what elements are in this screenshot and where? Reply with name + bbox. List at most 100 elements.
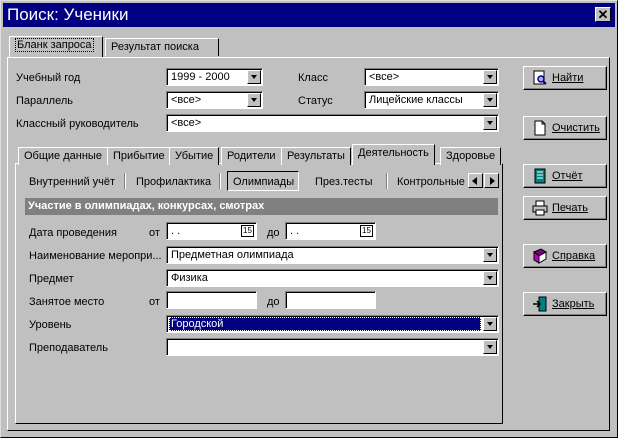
parallel-label: Параллель bbox=[16, 95, 73, 107]
clear-button[interactable]: Очистить bbox=[523, 116, 607, 140]
subtab-prevention[interactable]: Профилактика bbox=[136, 175, 211, 189]
subtab-internal[interactable]: Внутренний учёт bbox=[29, 175, 115, 189]
date-from-label: от bbox=[149, 227, 160, 239]
level-value: Городской bbox=[171, 318, 224, 330]
date-from-value: . . bbox=[171, 225, 181, 237]
subject-label: Предмет bbox=[29, 273, 74, 285]
chevron-down-icon[interactable] bbox=[483, 70, 497, 84]
tab-search-results-label: Результат поиска bbox=[111, 41, 199, 53]
subject-value: Физика bbox=[171, 272, 208, 284]
clear-button-label: Очистить bbox=[552, 122, 600, 134]
tab-results[interactable]: Результаты bbox=[281, 147, 351, 165]
tab-query-form-label: Бланк запроса bbox=[15, 38, 94, 52]
tab-health-label: Здоровье bbox=[446, 150, 496, 162]
scroll-right-button[interactable] bbox=[484, 173, 499, 188]
tab-general-label: Общие данные bbox=[24, 150, 102, 162]
subtab-olympiads-label: Олимпиады bbox=[233, 176, 295, 188]
class-value: <все> bbox=[369, 71, 400, 83]
chevron-down-icon[interactable] bbox=[483, 248, 497, 262]
teacher-select[interactable] bbox=[166, 338, 499, 356]
close-button-label: Закрыть bbox=[552, 298, 595, 310]
tab-parents-label: Родители bbox=[227, 150, 276, 162]
title-bar[interactable]: Поиск: Ученики ✕ bbox=[3, 3, 615, 27]
subtab-divider bbox=[219, 173, 221, 189]
teacher-label: Преподаватель bbox=[29, 342, 108, 354]
arrow-right-icon bbox=[490, 177, 495, 185]
class-label: Класс bbox=[298, 72, 328, 84]
class-teacher-select[interactable]: <все> bbox=[166, 114, 499, 132]
place-from-label: от bbox=[149, 296, 160, 308]
level-label: Уровень bbox=[29, 319, 72, 331]
parallel-select[interactable]: <все> bbox=[166, 91, 263, 109]
year-value: 1999 - 2000 bbox=[171, 71, 230, 83]
parallel-value: <все> bbox=[171, 94, 202, 106]
help-book-icon bbox=[533, 248, 547, 264]
class-select[interactable]: <все> bbox=[364, 68, 499, 86]
chevron-down-icon[interactable] bbox=[483, 116, 497, 130]
tab-arrival-label: Прибытие bbox=[113, 150, 165, 162]
help-button[interactable]: Справка bbox=[523, 244, 607, 268]
arrow-left-icon bbox=[472, 177, 477, 185]
chevron-down-icon[interactable] bbox=[247, 93, 261, 107]
date-label: Дата проведения bbox=[29, 227, 117, 239]
tab-parents[interactable]: Родители bbox=[221, 147, 282, 165]
subtab-olympiads[interactable]: Олимпиады bbox=[227, 171, 299, 191]
calendar-icon[interactable]: 15 bbox=[360, 225, 373, 237]
date-to-input[interactable]: . . 15 bbox=[285, 222, 376, 240]
date-from-input[interactable]: . . 15 bbox=[166, 222, 257, 240]
chevron-down-icon[interactable] bbox=[483, 93, 497, 107]
print-button-label: Печать bbox=[552, 202, 589, 214]
scroll-left-button[interactable] bbox=[468, 173, 483, 188]
tab-general[interactable]: Общие данные bbox=[18, 147, 108, 165]
status-select[interactable]: Лицейские классы bbox=[364, 91, 499, 109]
tab-activity-label: Деятельность bbox=[358, 147, 429, 159]
calendar-icon[interactable]: 15 bbox=[241, 225, 254, 237]
tab-search-results[interactable]: Результат поиска bbox=[105, 38, 219, 56]
level-select[interactable]: Городской bbox=[166, 315, 499, 333]
subtab-presidential-tests[interactable]: През.тесты bbox=[315, 175, 372, 189]
subject-select[interactable]: Физика bbox=[166, 269, 499, 287]
olympiad-section-title: Участие в олимпиадах, конкурсах, смотрах bbox=[28, 200, 265, 212]
subtab-divider bbox=[386, 173, 388, 189]
chevron-down-icon[interactable] bbox=[483, 271, 497, 285]
year-label: Учебный год bbox=[16, 72, 81, 84]
report-button-label: Отчёт bbox=[552, 170, 583, 182]
class-teacher-label: Классный руководитель bbox=[16, 118, 139, 130]
search-window: Поиск: Ученики ✕ Бланк запроса Результат… bbox=[0, 0, 618, 438]
chevron-down-icon[interactable] bbox=[483, 317, 497, 331]
subtab-strip: Внутренний учёт Профилактика Олимпиады П… bbox=[19, 169, 499, 193]
date-to-value: . . bbox=[290, 225, 300, 237]
status-value: Лицейские классы bbox=[369, 94, 463, 106]
place-to-label: до bbox=[267, 296, 280, 308]
year-select[interactable]: 1999 - 2000 bbox=[166, 68, 263, 86]
tab-results-label: Результаты bbox=[287, 150, 345, 162]
close-window-button[interactable]: ✕ bbox=[595, 7, 611, 22]
tab-departure[interactable]: Убытие bbox=[169, 147, 220, 165]
class-teacher-value: <все> bbox=[171, 117, 202, 129]
tab-health[interactable]: Здоровье bbox=[440, 147, 502, 165]
chevron-down-icon[interactable] bbox=[247, 70, 261, 84]
status-label: Статус bbox=[298, 95, 333, 107]
event-name-select[interactable]: Предметная олимпиада bbox=[166, 246, 499, 264]
find-button[interactable]: Найти bbox=[523, 66, 607, 90]
print-button[interactable]: Печать bbox=[523, 196, 607, 220]
close-button[interactable]: Закрыть bbox=[523, 292, 607, 316]
tab-departure-label: Убытие bbox=[175, 150, 214, 162]
help-button-label: Справка bbox=[552, 250, 596, 262]
blank-page-icon bbox=[534, 120, 546, 136]
tab-activity[interactable]: Деятельность bbox=[352, 144, 435, 165]
search-icon bbox=[533, 70, 547, 85]
place-to-input[interactable] bbox=[285, 291, 376, 309]
printer-icon bbox=[532, 200, 548, 216]
tab-query-form[interactable]: Бланк запроса bbox=[9, 36, 103, 57]
event-name-label: Наименование меропри... bbox=[29, 250, 162, 262]
report-button[interactable]: Отчёт bbox=[523, 164, 607, 188]
subtab-control-works[interactable]: Контрольные bbox=[397, 175, 465, 189]
event-name-value: Предметная олимпиада bbox=[171, 249, 294, 261]
tab-arrival[interactable]: Прибытие bbox=[107, 147, 171, 165]
subtab-divider bbox=[124, 173, 126, 189]
place-from-input[interactable] bbox=[166, 291, 257, 309]
window-title: Поиск: Ученики bbox=[7, 5, 129, 24]
chevron-down-icon[interactable] bbox=[483, 340, 497, 354]
report-icon bbox=[534, 168, 546, 184]
